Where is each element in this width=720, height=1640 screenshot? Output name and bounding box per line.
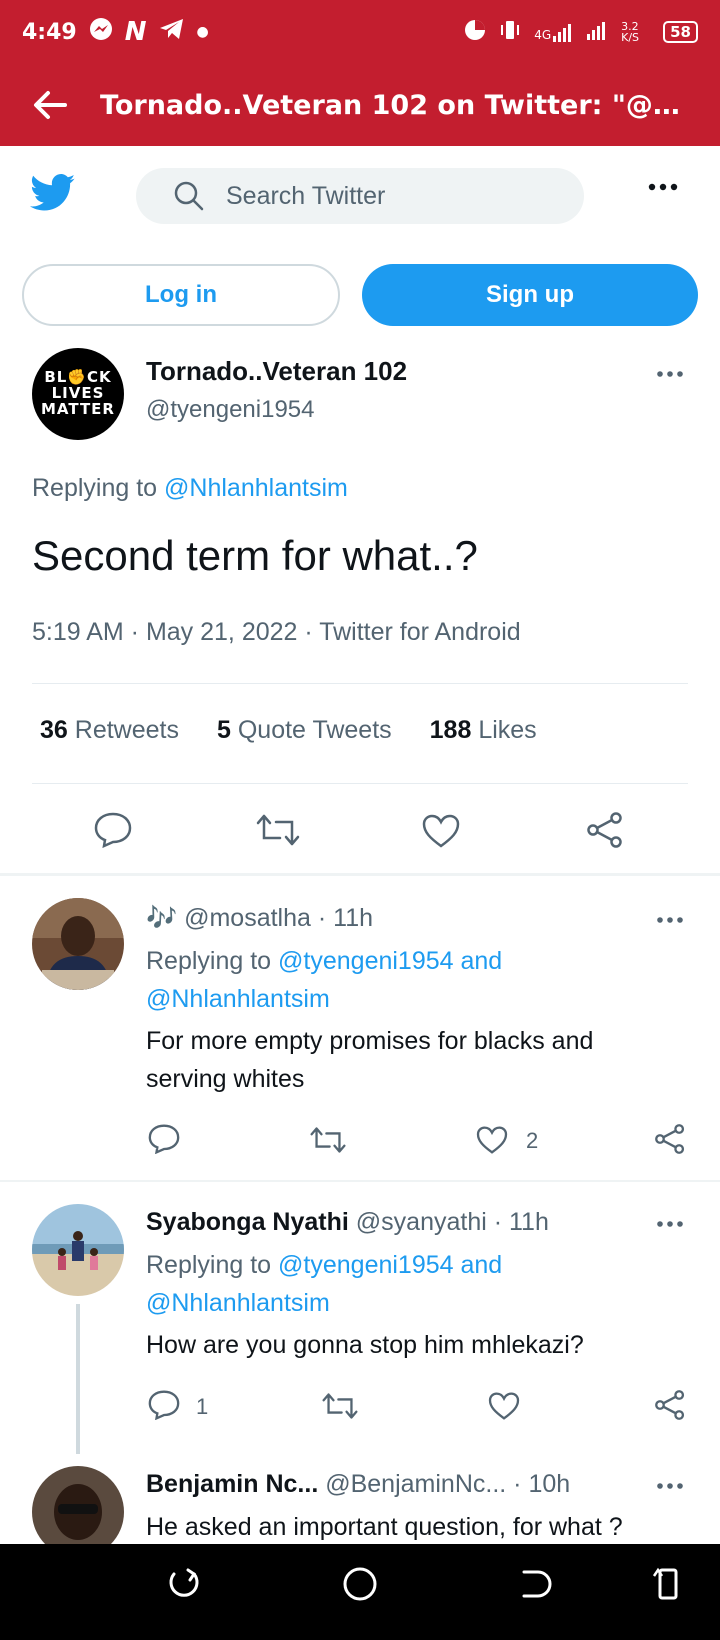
mention-link[interactable]: @Nhlanhlantsim: [164, 474, 348, 502]
reply-text: He asked an important question, for what…: [146, 1513, 623, 1541]
search-icon: [174, 181, 204, 211]
search-box[interactable]: [136, 168, 584, 224]
mention-link[interactable]: @Nhlanhlantsim: [146, 1289, 330, 1317]
reply-handle[interactable]: @syanyathi: [356, 1208, 487, 1236]
replying-to: Replying to @tyengeni1954 and @Nhlanhlan…: [146, 947, 503, 1013]
messenger-icon: [89, 17, 113, 47]
tweet-text: Second term for what..?: [32, 532, 478, 579]
replying-to: Replying to @tyengeni1954 and @Nhlanhlan…: [146, 1251, 503, 1317]
divider: [32, 783, 688, 784]
reply-author-name[interactable]: Benjamin Nc...: [146, 1470, 318, 1498]
telegram-icon: [159, 18, 185, 46]
tweet-meta: 5:19 AM · May 21, 2022 · Twitter for And…: [32, 618, 521, 646]
likes-stat[interactable]: 188 Likes: [430, 716, 537, 745]
divider: [32, 683, 688, 684]
music-notes-icon: 🎶: [146, 904, 178, 932]
author-handle[interactable]: @tyengeni1954: [146, 396, 315, 424]
quotes-stat[interactable]: 5 Quote Tweets: [217, 716, 392, 745]
thread-line: [76, 1304, 80, 1454]
mention-link[interactable]: @tyengeni1954 and: [278, 1251, 502, 1279]
reply-icon[interactable]: [148, 1124, 180, 1154]
tweet-stats: 36 Retweets 5 Quote Tweets 188 Likes: [40, 716, 537, 745]
data-saver-icon: [464, 19, 486, 45]
share-icon[interactable]: [654, 1124, 686, 1154]
status-time: 4:49: [22, 19, 77, 45]
net-speed: 3.2 K/S: [621, 20, 640, 44]
reply-text: How are you gonna stop him mhlekazi?: [146, 1331, 584, 1359]
reply-handle[interactable]: @BenjaminNc...: [325, 1470, 506, 1498]
notification-dot-icon: ●: [196, 24, 209, 40]
reply-icon[interactable]: [94, 812, 132, 848]
back-nav-icon[interactable]: [518, 1566, 554, 1602]
netflix-icon: N: [124, 17, 147, 47]
arrow-left-icon: [34, 91, 67, 119]
page-title: Tornado..Veteran 102 on Twitter: "@Nhlan…: [100, 89, 690, 121]
like-icon[interactable]: [476, 1126, 508, 1154]
reply-icon[interactable]: [148, 1390, 180, 1420]
tweet-more-icon[interactable]: [656, 916, 684, 924]
home-icon[interactable]: [342, 1566, 378, 1602]
like-icon[interactable]: [488, 1392, 520, 1420]
retweet-icon[interactable]: [310, 1126, 346, 1154]
battery-icon: 58: [663, 21, 698, 43]
reply-header: 🎶 @mosatlha · 11h: [146, 904, 373, 933]
mention-link[interactable]: @tyengeni1954 and: [278, 947, 502, 975]
replying-to: Replying to @Nhlanhlantsim: [32, 474, 348, 502]
mention-link[interactable]: @Nhlanhlantsim: [146, 985, 330, 1013]
vibrate-icon: [500, 19, 520, 45]
recents-icon[interactable]: [166, 1566, 202, 1602]
reply-header: Benjamin Nc... @BenjaminNc... · 10h: [146, 1470, 570, 1499]
app-bar: Tornado..Veteran 102 on Twitter: "@Nhlan…: [0, 64, 720, 146]
avatar[interactable]: [32, 898, 124, 990]
reply-time: · 11h: [493, 1208, 549, 1236]
reply-count: 1: [196, 1394, 209, 1419]
retweet-icon[interactable]: [322, 1392, 358, 1420]
divider: [0, 1180, 720, 1182]
system-nav-bar: [0, 1544, 720, 1640]
reply-author-name[interactable]: Syabonga Nyathi: [146, 1208, 349, 1236]
back-button[interactable]: [0, 64, 100, 146]
tweet-more-icon[interactable]: [656, 1220, 684, 1228]
avatar[interactable]: [32, 1204, 124, 1296]
author-name[interactable]: Tornado..Veteran 102: [146, 356, 407, 387]
twitter-header: [0, 146, 720, 246]
share-icon[interactable]: [654, 1390, 686, 1420]
reply-text: For more empty promises for blacks and s…: [146, 1027, 594, 1093]
divider: [0, 873, 720, 876]
search-input[interactable]: [226, 181, 526, 211]
login-button[interactable]: Log in: [22, 264, 340, 326]
like-icon[interactable]: [422, 814, 460, 848]
reply-handle[interactable]: @mosatlha: [184, 904, 311, 932]
retweets-stat[interactable]: 36 Retweets: [40, 716, 179, 745]
more-options-icon[interactable]: [648, 182, 678, 192]
like-count: 2: [526, 1128, 539, 1153]
signal-icon: [587, 20, 607, 44]
signal-4g-icon: 4G: [534, 22, 573, 42]
tweet-more-icon[interactable]: [656, 1482, 684, 1490]
twitter-bird-icon[interactable]: [30, 174, 76, 212]
avatar-text-line: MATTER: [41, 399, 115, 418]
tweet-more-icon[interactable]: [656, 370, 684, 378]
share-icon[interactable]: [586, 812, 624, 848]
retweet-icon[interactable]: [256, 814, 300, 846]
status-bar: 4:49 N ● 4G 3.2 K/S 58: [0, 0, 720, 64]
rotate-icon[interactable]: [652, 1566, 684, 1602]
reply-time: · 10h: [513, 1470, 571, 1498]
reply-time: · 11h: [317, 904, 374, 932]
reply-header: Syabonga Nyathi @syanyathi · 11h: [146, 1208, 549, 1237]
signup-button[interactable]: Sign up: [362, 264, 698, 326]
avatar[interactable]: BL✊CK LIVES MATTER: [32, 348, 124, 440]
